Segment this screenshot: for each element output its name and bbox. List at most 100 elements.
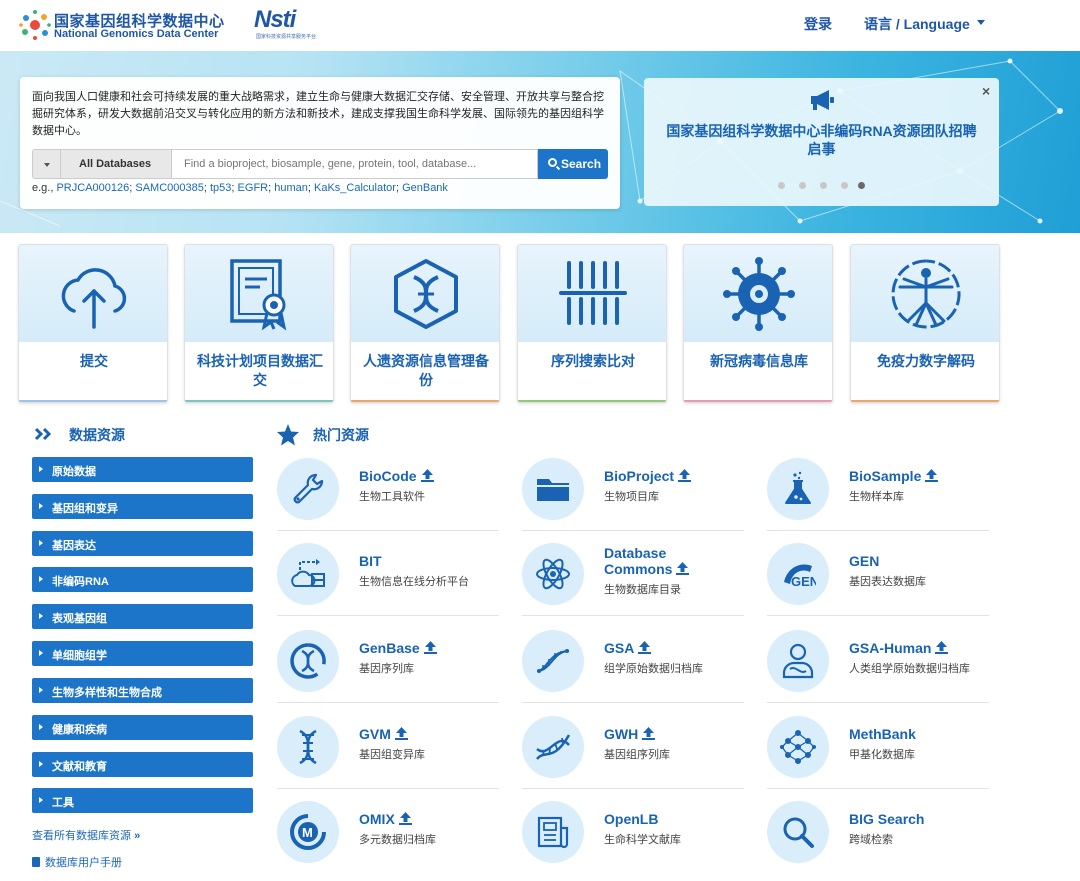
svg-text:GEN: GEN: [791, 574, 816, 589]
example-link[interactable]: PRJCA000126: [56, 182, 129, 194]
resource-gsa[interactable]: GSA 组学原始数据归档库: [522, 624, 744, 704]
nsti-logo-text: Nsti: [254, 6, 296, 33]
nsti-logo[interactable]: Nsti 国家科技资源共享服务平台: [254, 6, 330, 44]
language-menu[interactable]: 语言 / Language: [864, 14, 970, 34]
category-literature-education[interactable]: 文献和教育: [32, 752, 253, 777]
person-icon: [782, 643, 814, 679]
resource-name: BioCode: [359, 468, 434, 484]
upload-icon: [398, 812, 412, 825]
resource-name: BIG Search: [849, 811, 924, 827]
example-link[interactable]: EGFR: [238, 182, 269, 194]
resource-methbank[interactable]: MethBank 甲基化数据库: [767, 710, 989, 790]
resource-divider: [522, 702, 744, 703]
tile-human-genetic[interactable]: 人遗资源信息管理备份: [350, 244, 500, 403]
dna-ladder-icon: [299, 729, 317, 765]
user-manual-link[interactable]: 数据库用户手册: [32, 854, 122, 870]
upload-icon: [638, 641, 652, 654]
flask-icon: [785, 471, 811, 504]
resource-genbase[interactable]: GenBase 基因序列库: [277, 624, 499, 704]
resource-icon-circle: [277, 458, 339, 520]
resource-bit[interactable]: BIT 生物信息在线分析平台: [277, 537, 499, 617]
megaphone-icon: [811, 90, 834, 110]
notice-title[interactable]: 国家基因组科学数据中心非编码RNA资源团队招聘启事: [660, 122, 983, 158]
example-link[interactable]: GenBank: [402, 182, 448, 194]
category-gene-expression[interactable]: 基因表达: [32, 531, 253, 556]
category-raw-data[interactable]: 原始数据: [32, 457, 253, 482]
resource-desc: 生物信息在线分析平台: [359, 575, 469, 588]
view-all-databases-link[interactable]: 查看所有数据库资源 »: [32, 827, 140, 843]
carousel-dot[interactable]: [820, 182, 827, 189]
carousel-dot[interactable]: [799, 182, 806, 189]
resource-desc: 生物工具软件: [359, 490, 425, 503]
chevron-down-icon[interactable]: [977, 20, 985, 25]
resource-gvm[interactable]: GVM 基因组变异库: [277, 710, 499, 790]
category-label: 健康和疾病: [52, 724, 107, 736]
hero-banner: 面向我国人口健康和社会可持续发展的重大战略需求，建立生命与健康大数据汇交存储、安…: [0, 51, 1080, 233]
resource-name-text: BioProject: [604, 468, 675, 484]
category-label: 基因表达: [52, 540, 96, 552]
resource-openlb[interactable]: OpenLB 生命科学文献库: [522, 795, 744, 875]
resource-database-commons[interactable]: Database Commons 生物数据库目录: [522, 537, 744, 617]
category-biodiversity[interactable]: 生物多样性和生物合成: [32, 678, 253, 703]
ngdc-logo-icon: [19, 10, 51, 40]
wrench-icon: [293, 473, 324, 504]
close-icon[interactable]: ×: [982, 83, 990, 99]
tile-icon-area: [351, 245, 499, 342]
resource-desc: 多元数据归档库: [359, 833, 436, 846]
search-bar: All Databases Search: [32, 149, 608, 179]
resource-name-text: MethBank: [849, 726, 916, 742]
resource-omix[interactable]: M OMIX 多元数据归档库: [277, 795, 499, 875]
example-link[interactable]: SAMC000385: [135, 182, 204, 194]
example-link[interactable]: KaKs_Calculator: [314, 182, 396, 194]
tile-covid[interactable]: 新冠病毒信息库: [683, 244, 833, 403]
tile-immunity[interactable]: 免疫力数字解码: [850, 244, 1000, 403]
notice-carousel: × 国家基因组科学数据中心非编码RNA资源团队招聘启事: [644, 78, 999, 206]
ngdc-logo[interactable]: 国家基因组科学数据中心 National Genomics Data Cente…: [18, 6, 228, 44]
carousel-dot[interactable]: [841, 182, 848, 189]
resource-icon-circle: [767, 801, 829, 863]
database-select[interactable]: All Databases: [32, 149, 172, 179]
resource-name: BIT: [359, 553, 382, 569]
tile-label: 人遗资源信息管理备份: [363, 353, 489, 388]
view-all-label: 查看所有数据库资源: [32, 830, 131, 842]
tile-submit[interactable]: 提交: [18, 244, 168, 403]
carousel-dot-active[interactable]: [858, 182, 865, 189]
example-link[interactable]: tp53: [210, 182, 231, 194]
tile-project-data[interactable]: 科技计划项目数据汇交: [184, 244, 334, 403]
hot-resources-heading: 热门资源: [313, 427, 369, 443]
resource-name-text: BioCode: [359, 468, 417, 484]
resource-gwh[interactable]: GWH 基因组序列库: [522, 710, 744, 790]
certificate-icon: [230, 259, 287, 331]
resource-icon-circle: [522, 543, 584, 605]
resource-icon-circle: [767, 630, 829, 692]
category-genome-variation[interactable]: 基因组和变异: [32, 494, 253, 519]
resource-desc: 跨域检索: [849, 833, 893, 846]
category-single-cell[interactable]: 单细胞组学: [32, 641, 253, 666]
resource-divider: [767, 615, 989, 616]
category-epigenome[interactable]: 表观基因组: [32, 604, 253, 629]
gen-logo-icon: GEN: [784, 564, 816, 589]
resource-bioproject[interactable]: BioProject 生物项目库: [522, 452, 744, 532]
example-link[interactable]: human: [274, 182, 308, 194]
search-input[interactable]: [172, 149, 538, 179]
resource-name-text: GVM: [359, 726, 391, 742]
category-tools[interactable]: 工具: [32, 788, 253, 813]
login-link[interactable]: 登录: [804, 14, 832, 34]
carousel-dot[interactable]: [778, 182, 785, 189]
resource-big-search[interactable]: BIG Search 跨域检索: [767, 795, 989, 875]
tile-icon-area: [518, 245, 666, 342]
tile-sequence-search[interactable]: 序列搜索比对: [517, 244, 667, 403]
intro-card: 面向我国人口健康和社会可持续发展的重大战略需求，建立生命与健康大数据汇交存储、安…: [20, 77, 620, 209]
resource-gen[interactable]: GEN GEN 基因表达数据库: [767, 537, 989, 617]
resource-desc: 基因组序列库: [604, 748, 670, 761]
resource-biosample[interactable]: BioSample 生物样本库: [767, 452, 989, 532]
resource-name-text: GEN: [849, 553, 880, 569]
tile-accent: [19, 400, 167, 402]
resource-gsa-human[interactable]: GSA-Human 人类组学原始数据归档库: [767, 624, 989, 704]
sequence-alignment-icon: [559, 261, 627, 325]
category-health-disease[interactable]: 健康和疾病: [32, 715, 253, 740]
search-button[interactable]: Search: [538, 149, 608, 179]
resource-biocode[interactable]: BioCode 生物工具软件: [277, 452, 499, 532]
resource-name-text: BioSample: [849, 468, 922, 484]
category-noncoding-rna[interactable]: 非编码RNA: [32, 567, 253, 592]
